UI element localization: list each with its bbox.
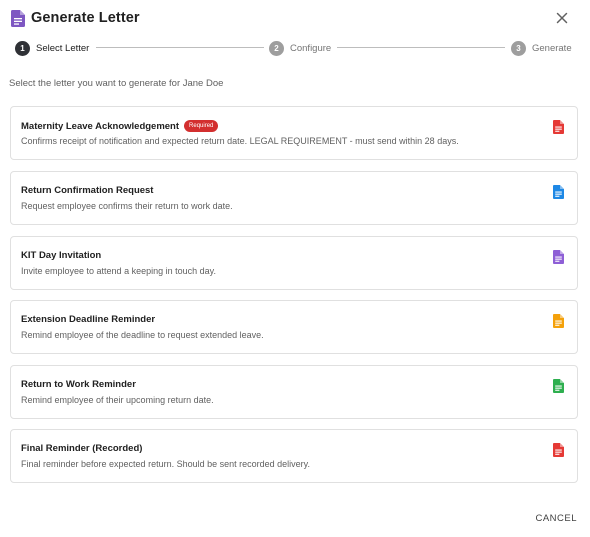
letter-card-kit-day-invitation[interactable]: KIT Day Invitation Invite employee to at… — [10, 236, 578, 290]
letter-title-row: Extension Deadline Reminder — [21, 314, 155, 325]
letter-card-maternity-leave-acknowledgement[interactable]: Maternity Leave Acknowledgement Required… — [10, 106, 578, 160]
step-configure: 2 Configure — [269, 40, 331, 56]
required-badge: Required — [184, 120, 219, 132]
letter-card-return-to-work-reminder[interactable]: Return to Work Reminder Remind employee … — [10, 365, 578, 419]
close-icon[interactable] — [554, 10, 570, 26]
letter-title: Return Confirmation Request — [21, 185, 154, 196]
generate-letter-dialog: Generate Letter 1 Select Letter 2 Config… — [0, 0, 590, 537]
letter-card-final-reminder-recorded[interactable]: Final Reminder (Recorded) Final reminder… — [10, 429, 578, 483]
document-icon — [553, 314, 564, 328]
cancel-button[interactable]: CANCEL — [535, 513, 577, 524]
letter-title-row: Maternity Leave Acknowledgement Required — [21, 120, 219, 132]
letter-title-row: Return Confirmation Request — [21, 185, 153, 196]
dialog-title: Generate Letter — [31, 10, 140, 26]
step-label: Select Letter — [36, 42, 90, 54]
letter-card-return-confirmation-request[interactable]: Return Confirmation Request Request empl… — [10, 171, 578, 225]
step-number: 2 — [269, 40, 284, 56]
letter-description: Remind employee of their upcoming return… — [21, 395, 214, 405]
letter-description: Request employee confirms their return t… — [21, 201, 233, 211]
letter-title-row: Return to Work Reminder — [21, 379, 136, 390]
step-number: 1 — [15, 40, 30, 56]
letter-title: Maternity Leave Acknowledgement — [21, 120, 180, 132]
document-icon — [553, 379, 564, 393]
letter-description: Final reminder before expected return. S… — [21, 459, 310, 469]
letter-description: Remind employee of the deadline to reque… — [21, 330, 264, 340]
step-connector — [337, 47, 505, 48]
dialog-header: Generate Letter — [11, 8, 576, 28]
letter-title: KIT Day Invitation — [21, 250, 102, 261]
document-icon — [553, 185, 564, 199]
intro-text: Select the letter you want to generate f… — [9, 78, 224, 89]
letter-title: Final Reminder (Recorded) — [21, 443, 143, 454]
document-icon — [553, 120, 564, 134]
document-icon — [11, 9, 25, 27]
step-number: 3 — [511, 40, 526, 56]
letter-title-row: KIT Day Invitation — [21, 250, 101, 261]
letter-description: Confirms receipt of notification and exp… — [21, 136, 459, 146]
letter-title-row: Final Reminder (Recorded) — [21, 443, 142, 454]
step-generate: 3 Generate — [511, 40, 572, 56]
letter-card-extension-deadline-reminder[interactable]: Extension Deadline Reminder Remind emplo… — [10, 300, 578, 354]
letter-description: Invite employee to attend a keeping in t… — [21, 266, 216, 276]
step-label: Configure — [290, 42, 332, 54]
document-icon — [553, 250, 564, 264]
letter-title: Return to Work Reminder — [21, 379, 136, 390]
document-icon — [553, 443, 564, 457]
step-connector — [96, 47, 264, 48]
letter-title: Extension Deadline Reminder — [21, 314, 156, 325]
step-select-letter: 1 Select Letter — [15, 40, 89, 56]
stepper: 1 Select Letter 2 Configure 3 Generate — [15, 40, 575, 56]
step-label: Generate — [532, 42, 572, 54]
